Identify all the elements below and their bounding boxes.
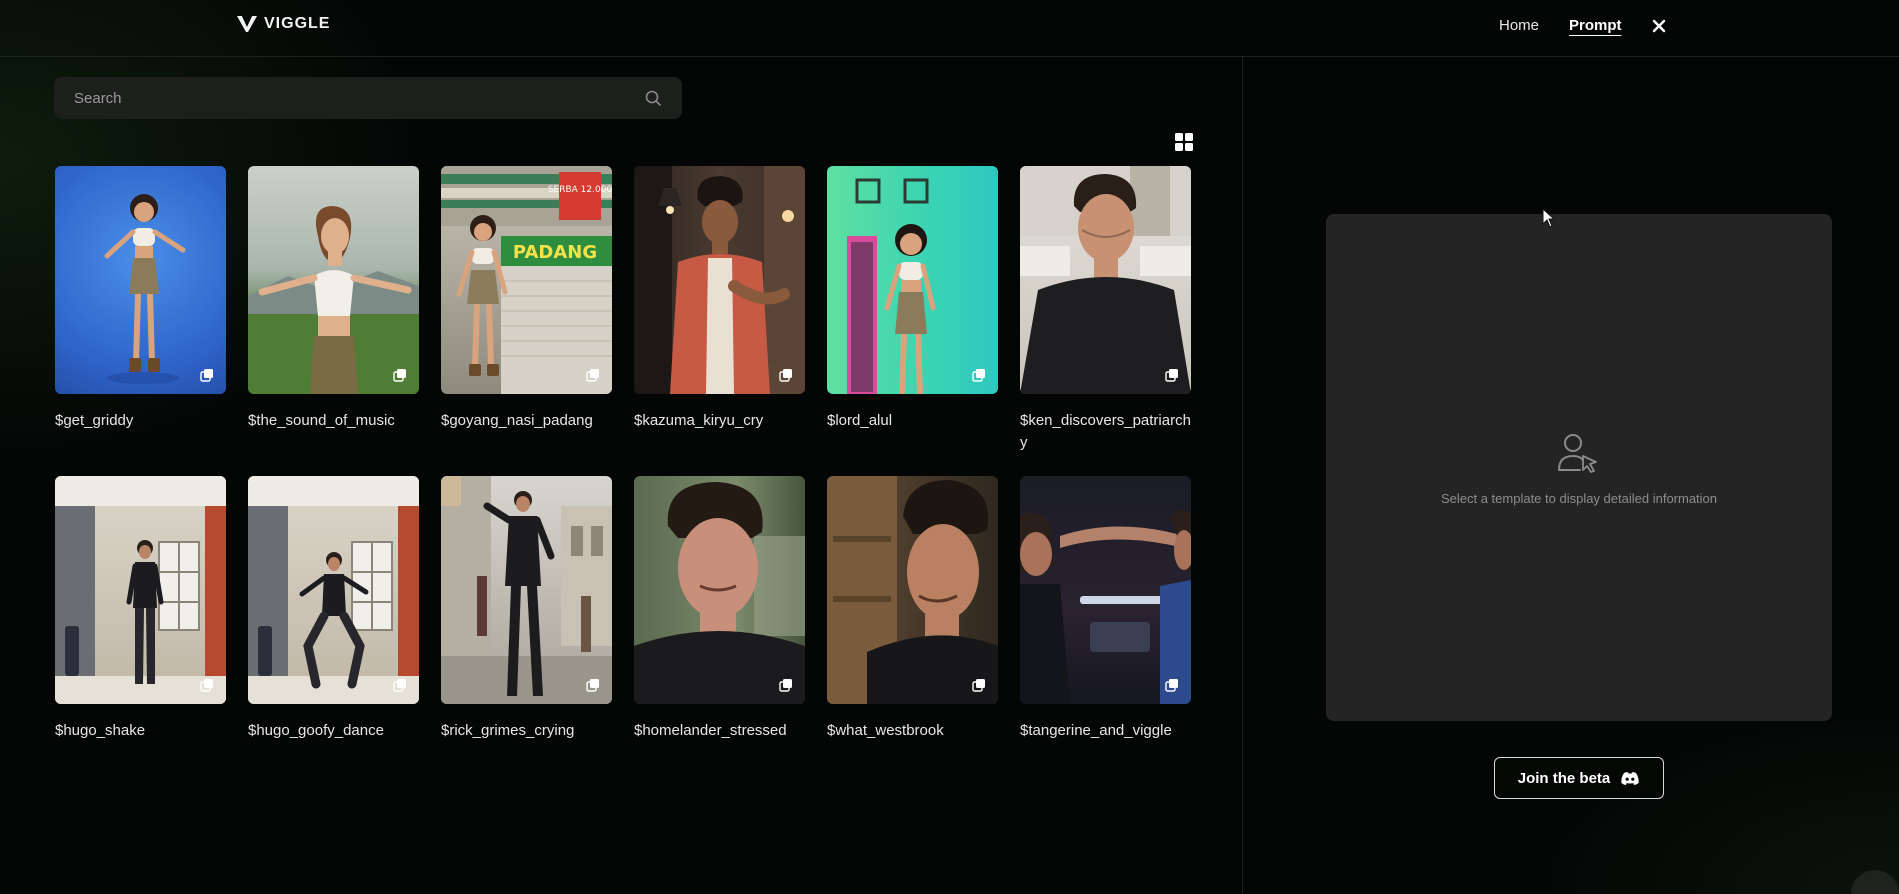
template-card[interactable]: $hugo_goofy_dance [248,476,419,786]
corner-widget[interactable] [1851,870,1899,894]
sign-small-text: SERBA 12.000 [548,185,612,195]
top-bar: VIGGLE Home Prompt [0,0,1899,57]
viggle-app: VIGGLE Home Prompt Search $get_griddy $t… [0,0,1899,894]
user-select-icon [1558,434,1597,473]
template-name: $goyang_nasi_padang [441,412,593,429]
top-nav: Home Prompt [1499,17,1666,34]
copy-icon[interactable] [779,678,793,692]
template-preview-image [634,166,805,394]
nav-prompt[interactable]: Prompt [1569,17,1622,34]
discord-icon [1621,771,1639,785]
template-name: $lord_alul [827,412,893,429]
copy-icon[interactable] [1165,678,1179,692]
template-card[interactable]: $get_griddy [55,166,226,476]
template-preview-image [847,178,936,394]
copy-icon[interactable] [586,678,600,692]
brand-logo[interactable]: VIGGLE [236,14,330,34]
template-preview-image [1020,166,1191,394]
template-thumbnail [634,476,805,704]
template-name: $kazuma_kiryu_cry [634,412,764,429]
template-preview-image [55,476,226,704]
copy-icon[interactable] [972,678,986,692]
template-name: $ken_discovers_patriarchy [1020,412,1191,451]
template-preview-image [1020,510,1191,704]
sign-text: PADANG [513,242,597,263]
template-card[interactable]: SERBA 12.000 PADANG $goyang_nasi_padang [441,166,612,476]
template-thumbnail [1020,476,1191,704]
template-thumbnail [827,476,998,704]
empty-state-message: Select a template to display detailed in… [1440,491,1718,506]
template-name: $rick_grimes_crying [441,722,575,739]
template-thumbnail [827,166,998,394]
search-bar [54,77,682,119]
search-input[interactable] [54,88,644,108]
brand-name: VIGGLE [264,15,331,32]
search-icon[interactable] [644,89,662,107]
mouse-pointer-icon [1542,208,1556,228]
template-card[interactable]: $what_westbrook [827,476,998,786]
template-card[interactable]: $ken_discovers_patriarchy [1020,166,1191,476]
template-card[interactable]: $lord_alul [827,166,998,476]
template-preview-image [827,476,998,704]
join-beta-label: Join the beta [1517,769,1611,787]
template-thumbnail [248,166,419,394]
copy-icon[interactable] [393,678,407,692]
template-name: $hugo_shake [55,722,146,739]
template-thumbnail [441,476,612,704]
copy-icon[interactable] [779,368,793,382]
template-preview-image [248,206,419,394]
template-name: $what_westbrook [827,722,944,739]
template-detail-panel: Select a template to display detailed in… [1326,214,1832,721]
panel-divider [1242,56,1243,894]
template-card[interactable]: $hugo_shake [55,476,226,786]
template-name: $tangerine_and_viggle [1020,722,1172,739]
template-name: $homelander_stressed [634,722,787,739]
template-preview-image [441,476,612,704]
copy-icon[interactable] [1165,368,1179,382]
copy-icon[interactable] [586,368,600,382]
template-preview-image [634,482,805,704]
template-name: $get_griddy [55,412,134,429]
template-thumbnail [55,476,226,704]
copy-icon[interactable] [972,368,986,382]
template-preview-image: SERBA 12.000 PADANG [441,166,612,394]
nav-home[interactable]: Home [1499,17,1539,34]
template-thumbnail [248,476,419,704]
grid-view-icon[interactable] [1174,132,1194,152]
template-thumbnail [1020,166,1191,394]
template-card[interactable]: $homelander_stressed [634,476,805,786]
join-beta-button[interactable]: Join the beta [1494,757,1664,799]
copy-icon[interactable] [200,368,214,382]
template-card[interactable]: $rick_grimes_crying [441,476,612,786]
template-name: $the_sound_of_music [248,412,395,429]
template-card[interactable]: $the_sound_of_music [248,166,419,476]
template-gallery: $get_griddy $the_sound_of_music SERBA 12… [55,166,1195,786]
template-card[interactable]: $tangerine_and_viggle [1020,476,1191,786]
template-thumbnail: SERBA 12.000 PADANG [441,166,612,394]
close-icon[interactable] [1652,19,1666,33]
template-thumbnail [634,166,805,394]
template-name: $hugo_goofy_dance [248,722,384,739]
template-card[interactable]: $kazuma_kiryu_cry [634,166,805,476]
copy-icon[interactable] [393,368,407,382]
template-thumbnail [55,166,226,394]
copy-icon[interactable] [200,678,214,692]
template-preview-image [248,476,419,704]
viggle-logo-icon [237,15,257,32]
template-preview-image [104,194,186,384]
